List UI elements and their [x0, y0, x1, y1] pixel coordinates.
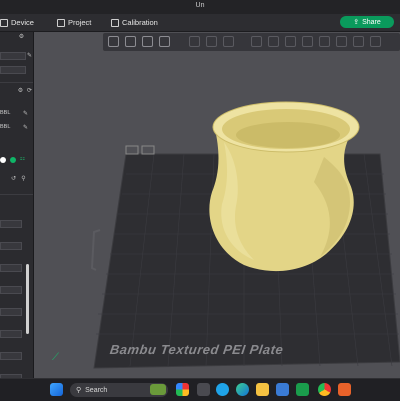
axis-icon: ⟋	[52, 352, 59, 363]
auto-orient-icon[interactable]	[142, 36, 153, 47]
share-button[interactable]: ⇪ Share	[340, 16, 394, 28]
filament-label: BBL	[0, 124, 11, 130]
grid-icon[interactable]: ⚏	[19, 156, 26, 163]
chrome-icon[interactable]	[318, 383, 331, 396]
setting-field[interactable]	[0, 286, 22, 294]
tab-calibration-label: Calibration	[122, 18, 158, 27]
cut-icon[interactable]	[319, 36, 330, 47]
task-view-icon[interactable]	[197, 383, 210, 396]
move-icon[interactable]	[251, 36, 262, 47]
variable-height-icon[interactable]	[223, 36, 234, 47]
plate-handle	[90, 229, 101, 271]
rotate-icon[interactable]	[268, 36, 279, 47]
filament-label: BBL	[0, 110, 11, 116]
sidebar-scrollbar[interactable]	[26, 264, 29, 334]
add-object-icon[interactable]	[108, 36, 119, 47]
project-icon	[57, 18, 65, 27]
3d-viewport[interactable]	[34, 32, 400, 378]
windows-start-icon[interactable]	[50, 383, 63, 396]
setting-field[interactable]	[0, 352, 22, 360]
text-icon[interactable]	[370, 36, 381, 47]
left-sidebar: ⚙ ✎ ⚙ ⟳ BBL ✎ BBL ✎ ⚏ ↺ ⚲	[0, 32, 34, 382]
seam-paint-icon[interactable]	[353, 36, 364, 47]
share-button-label: Share	[362, 18, 381, 26]
setting-field[interactable]	[0, 330, 22, 338]
upload-icon: ⇪	[353, 19, 360, 26]
setting-field[interactable]	[0, 220, 22, 228]
printer-select[interactable]	[0, 52, 26, 60]
setting-field[interactable]	[0, 242, 22, 250]
divider	[0, 82, 33, 83]
gear-icon[interactable]: ⚙	[17, 88, 24, 95]
support-paint-icon[interactable]	[336, 36, 347, 47]
scale-icon[interactable]	[285, 36, 296, 47]
setting-field[interactable]	[0, 308, 22, 316]
search-icon: ⚲	[76, 387, 82, 394]
tab-calibration[interactable]: Calibration	[111, 15, 158, 30]
radio-icon[interactable]	[0, 157, 6, 163]
plate-marker	[125, 145, 139, 155]
device-icon	[0, 18, 8, 27]
layers-icon[interactable]	[206, 36, 217, 47]
window-title: Un	[195, 2, 205, 9]
menu-bar: Device Project Calibration ⇪ Share	[0, 14, 400, 32]
model-toolbar	[103, 33, 400, 51]
taskbar: ⚲ Search	[0, 378, 400, 401]
bambu-studio-icon[interactable]	[296, 383, 309, 396]
plate-label: Bambu Textured PEI Plate	[108, 342, 285, 357]
plate-select[interactable]	[0, 66, 26, 74]
sync-icon[interactable]: ⟳	[26, 88, 33, 95]
calibration-icon	[111, 18, 119, 27]
setting-field[interactable]	[0, 264, 22, 272]
divider	[0, 194, 33, 195]
app-icon[interactable]	[338, 383, 351, 396]
file-explorer-icon[interactable]	[256, 383, 269, 396]
cortana-icon[interactable]	[216, 383, 229, 396]
settings-icon[interactable]: ⚙	[18, 34, 25, 41]
split-icon[interactable]	[189, 36, 200, 47]
scene-canvas	[90, 101, 400, 369]
tab-project[interactable]: Project	[57, 15, 91, 30]
tab-project-label: Project	[68, 18, 92, 27]
tab-device[interactable]: Device	[0, 15, 34, 30]
arrange-icon[interactable]	[159, 36, 170, 47]
edit-icon[interactable]: ✎	[26, 53, 33, 60]
edit-filament-icon[interactable]: ✎	[22, 111, 29, 118]
title-bar: Un	[0, 0, 400, 14]
search-icon[interactable]: ⚲	[20, 176, 27, 183]
add-plate-icon[interactable]	[125, 36, 136, 47]
edge-icon[interactable]	[236, 383, 249, 396]
search-placeholder: Search	[85, 386, 108, 394]
mail-icon[interactable]	[276, 383, 289, 396]
reset-icon[interactable]: ↺	[10, 176, 17, 183]
status-icon	[10, 157, 16, 163]
tab-device-label: Device	[11, 18, 34, 27]
widget-icon[interactable]	[150, 384, 166, 395]
plate-marker	[141, 145, 155, 155]
copilot-icon[interactable]	[176, 383, 189, 396]
edit-filament-icon[interactable]: ✎	[22, 125, 29, 132]
lay-on-face-icon[interactable]	[302, 36, 313, 47]
